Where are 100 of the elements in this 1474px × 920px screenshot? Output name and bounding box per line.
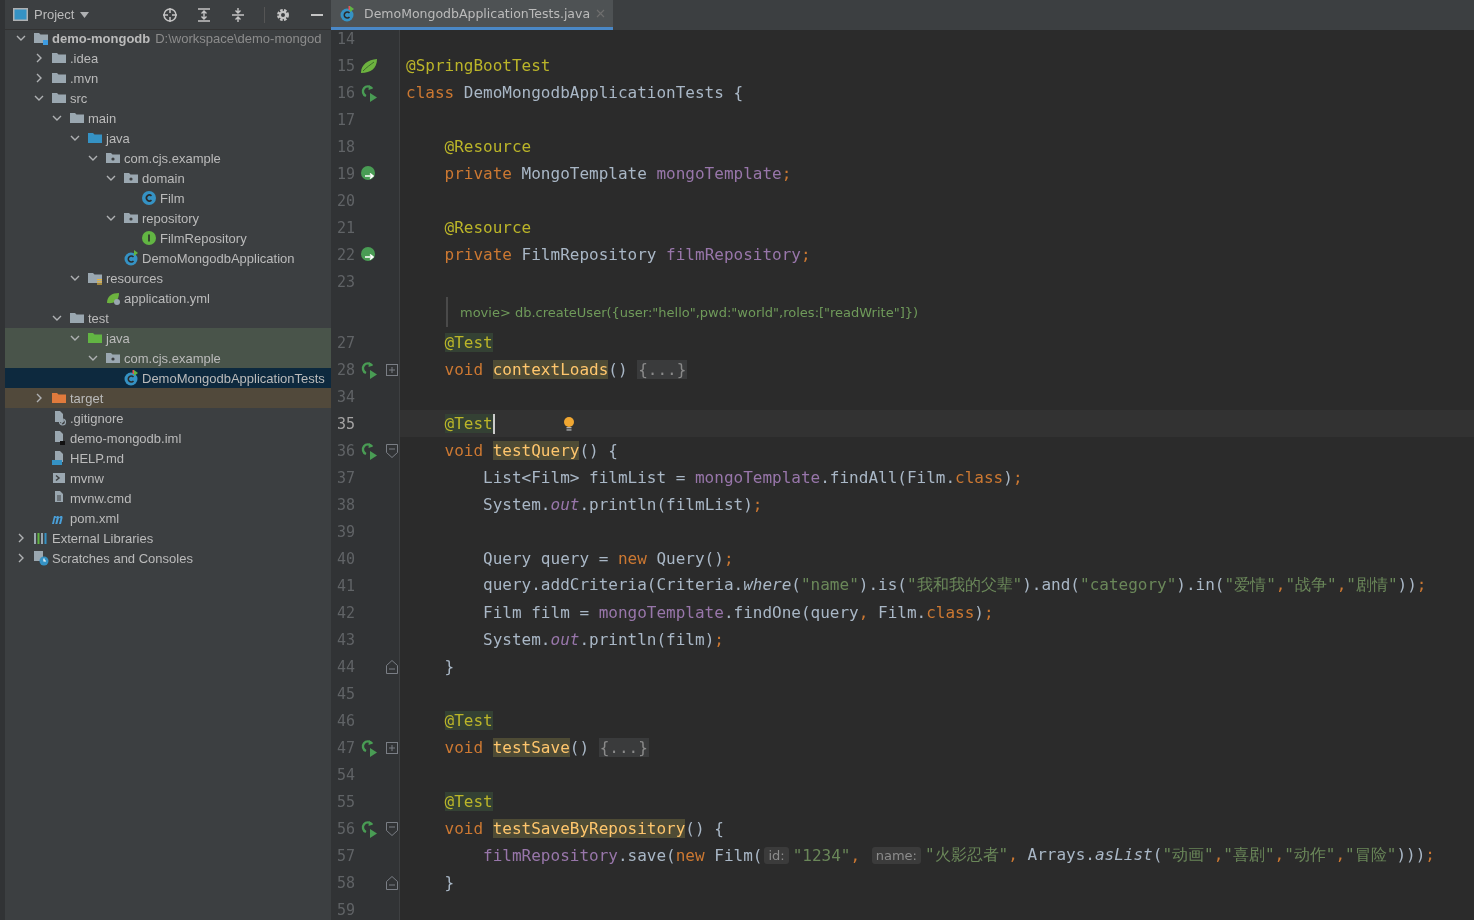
collapse-all-icon[interactable]	[230, 6, 246, 23]
collapse-fold-icon[interactable]	[386, 821, 398, 836]
code-text: private FilmRepository filmRepository;	[443, 245, 811, 264]
collapse-fold-icon[interactable]	[386, 443, 398, 458]
tree-item[interactable]: demo-mongodb.iml	[5, 428, 331, 448]
expand-fold-icon[interactable]	[386, 362, 398, 377]
tree-item[interactable]: Film	[5, 188, 331, 208]
scratch-file-icon	[33, 550, 49, 566]
run-test-icon[interactable]	[360, 360, 378, 379]
interface-icon	[141, 230, 157, 246]
code-text: query.addCriteria(Criteria.where("name").is("我和我的父辈").and("category").in("爱情","战争","剧情"));	[482, 575, 1427, 596]
code-text: "火影忍者", Arrays.asList("动画","喜剧","动作","冒险")));	[925, 845, 1435, 866]
run-test-icon[interactable]	[360, 819, 378, 838]
folder-icon	[69, 310, 85, 326]
expand-fold-icon[interactable]	[386, 740, 398, 755]
tree-item[interactable]: src	[5, 88, 331, 108]
code-text: }	[443, 873, 455, 892]
tree-item[interactable]: .gitignore	[5, 408, 331, 428]
project-view-selector[interactable]: Project	[13, 7, 90, 22]
tree-item[interactable]: domain	[5, 168, 331, 188]
tree-item[interactable]: java	[5, 128, 331, 148]
tree-item[interactable]: target	[5, 388, 331, 408]
parameter-hint: id:	[764, 847, 789, 864]
item-label: src	[70, 90, 88, 106]
tree-item[interactable]: FilmRepository	[5, 228, 331, 248]
folder-icon	[51, 390, 67, 406]
tree-item[interactable]: HELP.md	[5, 448, 331, 468]
tree-item[interactable]: .idea	[5, 48, 331, 68]
window-icon	[13, 8, 28, 21]
tree-item[interactable]: resources	[5, 268, 331, 288]
tree-item[interactable]: java	[5, 328, 331, 348]
item-label: test	[88, 310, 109, 326]
settings-icon[interactable]	[264, 6, 291, 23]
editor-tab[interactable]: DemoMongodbApplicationTests.java	[331, 0, 614, 30]
run-test-icon[interactable]	[360, 738, 378, 757]
injected-bean-icon[interactable]	[360, 245, 378, 264]
code-text: "1234",	[792, 846, 862, 865]
tree-item[interactable]: External Libraries	[5, 528, 331, 548]
item-label: com.cjs.example	[124, 150, 221, 166]
item-label: com.cjs.example	[124, 350, 221, 366]
collapse-fold-icon[interactable]	[386, 659, 398, 674]
folder-icon	[123, 170, 139, 186]
run-test-icon[interactable]	[360, 441, 378, 460]
expand-all-icon[interactable]	[196, 6, 212, 23]
tree-item[interactable]: com.cjs.example	[5, 148, 331, 168]
folder-icon	[51, 50, 67, 66]
tree-item[interactable]: .mvn	[5, 68, 331, 88]
item-label: mvnw.cmd	[70, 490, 132, 506]
tree-item[interactable]: pom.xml	[5, 508, 331, 528]
lightbulb-icon[interactable]	[562, 415, 575, 432]
item-label: target	[70, 390, 104, 406]
code-text: @Test	[443, 333, 493, 352]
item-label: main	[88, 110, 117, 126]
item-label: Scratches and Consoles	[52, 550, 193, 566]
tree-item[interactable]: mvnw	[5, 468, 331, 488]
item-label: HELP.md	[70, 450, 124, 466]
folded-code[interactable]: {...}	[598, 738, 649, 757]
item-label: .mvn	[70, 70, 99, 86]
item-label: .gitignore	[70, 410, 124, 426]
item-label: demo-mongodb.iml	[70, 430, 182, 446]
code-text: class DemoMongodbApplicationTests {	[406, 83, 744, 102]
code-text: void testQuery() {	[443, 441, 618, 460]
code-text: Film film = mongoTemplate.findOne(query, Film.class);	[482, 603, 994, 622]
tree-item[interactable]: com.cjs.example	[5, 348, 331, 368]
line-number: 35	[335, 414, 355, 433]
tree-item[interactable]: DemoMongodbApplicationTests	[5, 368, 331, 388]
tree-item[interactable]: application.yml	[5, 288, 331, 308]
item-label: pom.xml	[70, 510, 120, 526]
class-icon	[123, 250, 139, 266]
tree-item[interactable]: mvnw.cmd	[5, 488, 331, 508]
code-text: @Test	[443, 711, 493, 730]
run-test-icon[interactable]	[360, 83, 378, 102]
item-label: repository	[142, 210, 200, 226]
tree-item[interactable]: DemoMongodbApplication	[5, 248, 331, 268]
item-label: .idea	[70, 50, 99, 66]
code-text: System.out.println(filmList);	[482, 495, 763, 514]
tree-item[interactable]: demo-mongodb D:\workspace\demo-mongod	[5, 28, 331, 48]
class-icon	[141, 190, 157, 206]
folder-icon	[51, 70, 67, 86]
rendered-comment: movie> db.createUser({user:"hello",pwd:"world",roles:["readWrite"]})	[460, 304, 919, 320]
class-icon	[339, 5, 355, 22]
collapse-fold-icon[interactable]	[386, 875, 398, 890]
folded-code[interactable]: {...}	[637, 360, 688, 379]
item-label: DemoMongodbApplication	[142, 250, 295, 266]
parameter-hint: name:	[871, 847, 921, 864]
item-label: Film	[160, 190, 185, 206]
folder-icon	[33, 30, 49, 46]
item-label: mvnw	[70, 470, 104, 486]
tree-item[interactable]: main	[5, 108, 331, 128]
tree-item[interactable]: repository	[5, 208, 331, 228]
code-text: @SpringBootTest	[406, 56, 551, 75]
item-label: External Libraries	[52, 530, 154, 546]
tree-item[interactable]: Scratches and Consoles	[5, 548, 331, 568]
locate-icon[interactable]	[162, 6, 178, 23]
tree-item[interactable]: test	[5, 308, 331, 328]
code-text: }	[443, 657, 455, 676]
folder-icon	[105, 150, 121, 166]
injected-bean-icon[interactable]	[360, 164, 378, 183]
folder-icon	[87, 130, 103, 146]
code-text: @Resource	[443, 137, 532, 156]
